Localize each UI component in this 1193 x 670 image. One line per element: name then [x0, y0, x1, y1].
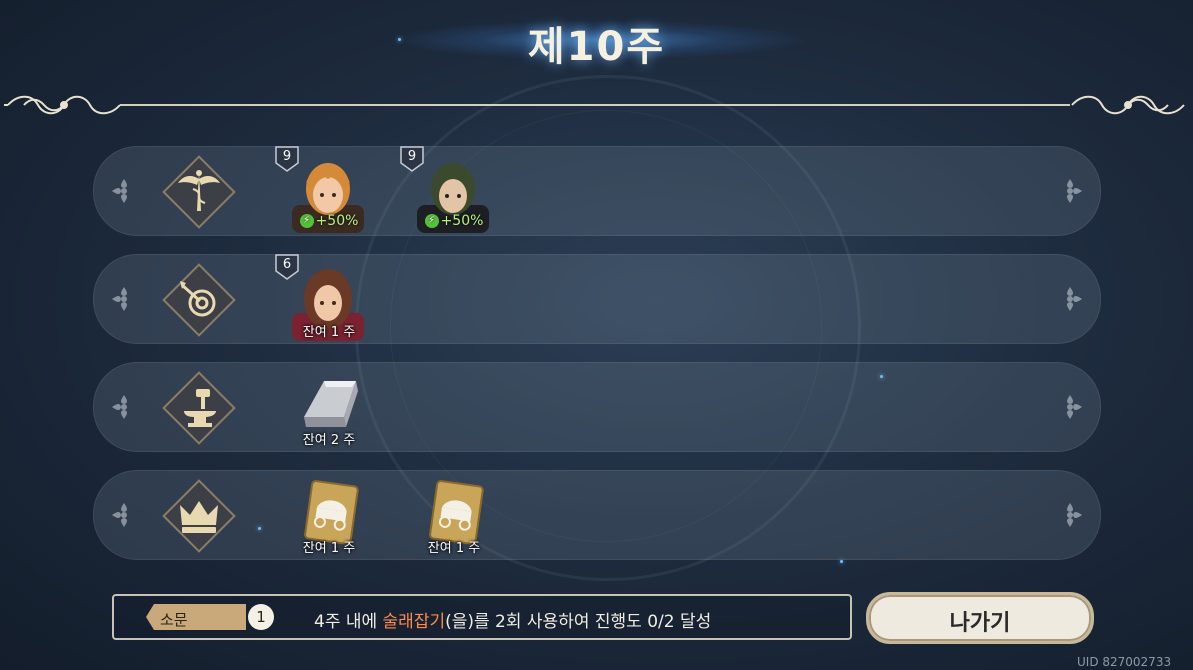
boost-value: +50%	[315, 213, 359, 229]
mission-highlight: 술래잡기	[382, 612, 446, 632]
rumor-label: 소문	[160, 611, 188, 629]
fleur-icon	[1067, 503, 1082, 527]
exit-button[interactable]: 나가기	[866, 592, 1094, 644]
fleur-icon	[112, 395, 127, 419]
mission-text: 4주 내에 술래잡기(을)를 2회 사용하여 진행도 0/2 달성	[314, 607, 711, 632]
wagon-card-slot[interactable]: 잔여 1 주	[399, 469, 509, 561]
header-divider	[120, 104, 1070, 106]
remaining-weeks: 잔여 2 주	[302, 433, 356, 448]
character-slot[interactable]: 6 잔여 1 주	[274, 253, 384, 345]
boost-label: ⚡ +50%	[409, 213, 499, 229]
remaining-weeks: 잔여 1 주	[427, 541, 481, 556]
left-ornament-icon	[4, 95, 121, 115]
mission-prefix: 4주 내에	[314, 612, 383, 632]
remaining-weeks: 잔여 1 주	[302, 325, 356, 340]
boost-label: ⚡ +50%	[284, 213, 374, 229]
rumor-count-badge: 1	[248, 604, 274, 630]
schedule-row-2[interactable]: 6 잔여 1 주	[93, 254, 1101, 344]
fleur-icon	[1067, 179, 1082, 203]
right-ornament-icon	[1071, 95, 1185, 115]
lightning-icon: ⚡	[299, 214, 314, 228]
archery-target-icon	[162, 263, 236, 337]
crown-icon	[162, 479, 236, 553]
rumor-bar[interactable]: 소문 1 4주 내에 술래잡기(을)를 2회 사용하여 진행도 0/2 달성	[112, 594, 852, 640]
schedule-row-4[interactable]: 잔여 1 주 잔여 1 주	[93, 470, 1101, 560]
boost-value: +50%	[440, 213, 484, 229]
schedule-row-1[interactable]: 9 ⚡ +50% 9 ⚡ +50%	[93, 146, 1101, 236]
caduceus-icon	[162, 155, 236, 229]
fleur-icon	[112, 287, 127, 311]
sparkle	[840, 560, 843, 563]
week-title: 제10주	[527, 24, 666, 70]
level-value: 9	[282, 149, 292, 164]
fleur-icon	[112, 179, 127, 203]
exit-button-label: 나가기	[949, 611, 1011, 636]
fleur-icon	[1067, 395, 1082, 419]
fleur-icon	[112, 503, 127, 527]
character-slot[interactable]: 9 ⚡ +50%	[399, 145, 509, 237]
character-slot[interactable]: 9 ⚡ +50%	[274, 145, 384, 237]
user-id: UID 827002733	[1077, 655, 1172, 669]
lightning-icon: ⚡	[424, 214, 439, 228]
schedule-row-3[interactable]: 잔여 2 주	[93, 362, 1101, 452]
fleur-icon	[1067, 287, 1082, 311]
remaining-weeks: 잔여 1 주	[302, 541, 356, 556]
anvil-hammer-icon	[162, 371, 236, 445]
level-value: 6	[282, 257, 292, 272]
wagon-card-slot[interactable]: 잔여 1 주	[274, 469, 384, 561]
ingot-slot[interactable]: 잔여 2 주	[274, 361, 384, 453]
mission-suffix: (을)를 2회 사용하여 진행도 0/2 달성	[445, 612, 712, 632]
level-value: 9	[407, 149, 417, 164]
